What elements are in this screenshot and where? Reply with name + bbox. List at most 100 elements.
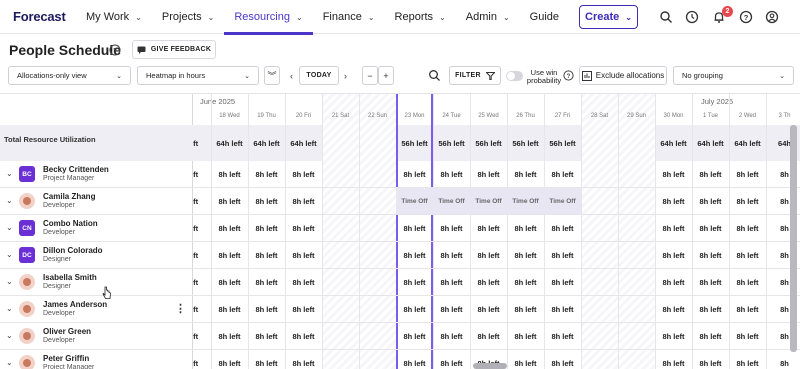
time-off-cell[interactable]: Time Off — [396, 188, 433, 214]
time-off-cell[interactable]: Time Off — [470, 188, 507, 214]
availability-cell[interactable]: 8h left — [211, 350, 248, 369]
availability-cell[interactable]: 8h left — [692, 242, 729, 268]
availability-cell[interactable]: 8h left — [433, 242, 470, 268]
availability-cell[interactable]: 8h left — [396, 215, 433, 241]
availability-cell[interactable]: 8h left — [248, 242, 285, 268]
availability-cell[interactable]: 8h left — [433, 350, 470, 369]
total-utilization-cell[interactable]: 64h left — [692, 130, 729, 156]
person-row[interactable]: ⌄ Peter Griffin Project Manager — [0, 350, 193, 369]
availability-cell[interactable]: 8h left — [396, 296, 433, 322]
availability-cell[interactable]: 8h left — [507, 323, 544, 349]
total-utilization-cell[interactable]: 56h left — [396, 130, 433, 156]
availability-cell[interactable]: 8h left — [211, 296, 248, 322]
availability-cell[interactable]: 8h left — [655, 296, 692, 322]
availability-cell[interactable]: 8h left — [211, 323, 248, 349]
availability-cell[interactable]: 8h left — [470, 296, 507, 322]
availability-cell[interactable]: 8h left — [507, 269, 544, 295]
chevron-down-icon[interactable]: ⌄ — [6, 196, 13, 205]
availability-cell[interactable]: 8h left — [655, 242, 692, 268]
vertical-scrollbar[interactable] — [790, 125, 797, 352]
availability-cell[interactable]: 8h left — [544, 215, 581, 241]
time-off-cell[interactable]: Time Off — [507, 188, 544, 214]
availability-cell[interactable]: 8h left — [248, 161, 285, 187]
person-row[interactable]: ⌄ Isabella Smith Designer — [0, 269, 193, 296]
availability-cell[interactable]: 8h left — [655, 188, 692, 214]
availability-cell[interactable]: 8h left — [211, 215, 248, 241]
availability-cell[interactable]: 8h left — [248, 350, 285, 369]
availability-cell[interactable]: 8h left — [544, 323, 581, 349]
availability-cell[interactable]: 8h left — [692, 215, 729, 241]
collapse-all-button[interactable]: ︾ — [264, 66, 280, 85]
chevron-down-icon[interactable]: ⌄ — [6, 304, 13, 313]
availability-cell[interactable]: 8h left — [211, 242, 248, 268]
availability-cell[interactable]: 8h left — [470, 323, 507, 349]
availability-cell[interactable]: 8h left — [433, 269, 470, 295]
availability-cell[interactable]: 8h left — [692, 323, 729, 349]
availability-cell[interactable]: 8h left — [285, 269, 322, 295]
give-feedback-button[interactable]: GIVE FEEDBACK — [132, 40, 216, 59]
availability-cell[interactable]: 8h left — [655, 323, 692, 349]
create-button[interactable]: Create ⌄ — [579, 5, 638, 29]
availability-cell[interactable]: 8h left — [507, 296, 544, 322]
availability-cell[interactable]: 8h left — [544, 161, 581, 187]
availability-cell[interactable]: 8h left — [433, 296, 470, 322]
availability-cell[interactable]: 8h left — [729, 161, 766, 187]
availability-cell[interactable]: 8h left — [729, 188, 766, 214]
availability-cell[interactable]: 8h left — [692, 350, 729, 369]
availability-cell[interactable]: 8h left — [507, 161, 544, 187]
help-icon[interactable]: ? — [739, 10, 753, 24]
nav-item-finance[interactable]: Finance ⌄ — [313, 0, 385, 34]
availability-cell[interactable]: 8h left — [544, 350, 581, 369]
availability-cell[interactable]: 8h left — [655, 161, 692, 187]
availability-cell[interactable]: 8h left — [285, 188, 322, 214]
grouping-select[interactable]: No grouping ⌄ — [673, 66, 794, 85]
forecast-logo[interactable]: Forecast — [13, 9, 66, 24]
time-off-cell[interactable]: Time Off — [433, 188, 470, 214]
nav-item-guide[interactable]: Guide — [520, 0, 569, 34]
availability-cell[interactable]: 8h left — [544, 242, 581, 268]
availability-cell[interactable]: 8h left — [248, 188, 285, 214]
availability-cell[interactable]: 8h left — [433, 215, 470, 241]
availability-cell[interactable]: 8h left — [692, 269, 729, 295]
availability-cell[interactable]: 8h left — [470, 269, 507, 295]
total-utilization-cell[interactable]: 64h left — [211, 130, 248, 156]
availability-cell[interactable]: 8h left — [433, 161, 470, 187]
total-utilization-cell[interactable]: 64h left — [729, 130, 766, 156]
more-options-icon[interactable]: ⋮ — [175, 302, 186, 315]
user-icon[interactable] — [765, 10, 779, 24]
person-row[interactable]: ⌄ Camila Zhang Developer — [0, 188, 193, 215]
availability-cell[interactable]: 8h left — [211, 269, 248, 295]
availability-cell[interactable]: 8h left — [507, 242, 544, 268]
total-utilization-cell[interactable]: 56h left — [544, 130, 581, 156]
availability-cell[interactable]: 8h left — [433, 323, 470, 349]
total-utilization-cell[interactable]: 56h left — [470, 130, 507, 156]
availability-cell[interactable]: 8h left — [285, 242, 322, 268]
help-circle-icon[interactable]: ? — [109, 44, 121, 56]
availability-cell[interactable]: 8h left — [248, 215, 285, 241]
availability-cell[interactable]: 8h left — [285, 323, 322, 349]
availability-cell[interactable]: 8h — [766, 350, 800, 369]
availability-cell[interactable]: 8h left — [470, 242, 507, 268]
availability-cell[interactable]: 8h left — [507, 215, 544, 241]
availability-cell[interactable]: 8h left — [729, 242, 766, 268]
nav-item-projects[interactable]: Projects ⌄ — [152, 0, 224, 34]
availability-cell[interactable]: 8h left — [248, 323, 285, 349]
chevron-down-icon[interactable]: ⌄ — [6, 169, 13, 178]
availability-cell[interactable]: 8h left — [396, 242, 433, 268]
availability-cell[interactable]: 8h left — [396, 323, 433, 349]
availability-cell[interactable]: 8h left — [692, 296, 729, 322]
availability-cell[interactable]: 8h left — [729, 323, 766, 349]
availability-cell[interactable]: 8h left — [285, 296, 322, 322]
availability-cell[interactable]: 8h left — [470, 161, 507, 187]
availability-cell[interactable]: 8h left — [655, 215, 692, 241]
availability-cell[interactable]: 8h left — [285, 161, 322, 187]
nav-item-resourcing[interactable]: Resourcing ⌄ — [224, 0, 314, 35]
availability-cell[interactable]: 8h left — [655, 269, 692, 295]
availability-cell[interactable]: 8h left — [248, 269, 285, 295]
help-circle-icon[interactable]: ? — [563, 70, 574, 81]
view-select[interactable]: Allocations-only view ⌄ — [8, 66, 131, 85]
availability-cell[interactable]: 8h left — [396, 161, 433, 187]
availability-cell[interactable]: 8h left — [692, 161, 729, 187]
availability-cell[interactable]: 8h left — [285, 350, 322, 369]
availability-cell[interactable]: 8h left — [729, 350, 766, 369]
